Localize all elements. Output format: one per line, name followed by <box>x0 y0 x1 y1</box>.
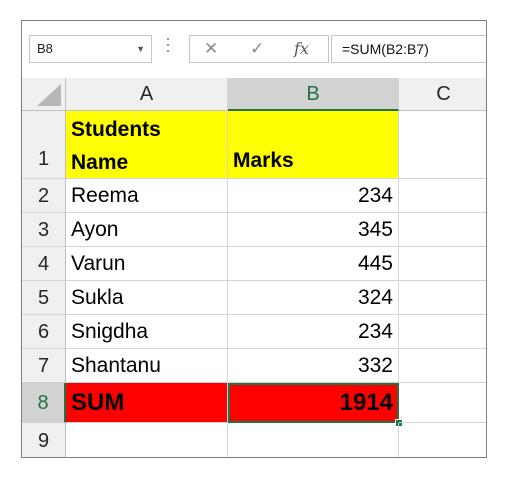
formula-bar: B8 ▼ ✕ ✓ fx =SUM(B2:B7) <box>22 21 486 78</box>
cell-c3[interactable] <box>399 213 486 247</box>
cell-b1[interactable]: Marks <box>228 111 399 179</box>
insert-function-icon[interactable]: fx <box>294 36 309 62</box>
cell-a8[interactable]: SUM <box>66 383 228 423</box>
cell-c1[interactable] <box>399 111 486 179</box>
row-header[interactable]: 1 <box>22 111 66 179</box>
row-header[interactable]: 6 <box>22 315 66 349</box>
column-header-b[interactable]: B <box>228 78 399 111</box>
cell-c6[interactable] <box>399 315 486 349</box>
cell-a2[interactable]: Reema <box>66 179 228 213</box>
cell-a1-line2: Name <box>71 151 129 174</box>
cell-a6[interactable]: Snigdha <box>66 315 228 349</box>
cell-a1-line1: Students <box>71 118 161 141</box>
cell-b3[interactable]: 345 <box>228 213 399 247</box>
enter-icon[interactable]: ✓ <box>250 36 264 62</box>
cell-b5[interactable]: 324 <box>228 281 399 315</box>
cell-c9[interactable] <box>399 423 486 457</box>
row-header[interactable]: 4 <box>22 247 66 281</box>
row-header[interactable]: 9 <box>22 423 66 457</box>
row-header[interactable]: 3 <box>22 213 66 247</box>
select-all-icon <box>37 84 61 106</box>
row-header[interactable]: 8 <box>22 383 66 423</box>
cell-c4[interactable] <box>399 247 486 281</box>
cell-a9[interactable] <box>66 423 228 457</box>
cell-a5[interactable]: Sukla <box>66 281 228 315</box>
column-header-c[interactable]: C <box>399 78 486 111</box>
cell-c7[interactable] <box>399 349 486 383</box>
cell-b2[interactable]: 234 <box>228 179 399 213</box>
cancel-icon[interactable]: ✕ <box>204 36 218 62</box>
name-box[interactable]: B8 ▼ <box>29 35 152 63</box>
cell-a4[interactable]: Varun <box>66 247 228 281</box>
cell-a3[interactable]: Ayon <box>66 213 228 247</box>
select-all-button[interactable] <box>22 78 66 111</box>
cell-a1[interactable]: Students Name <box>66 111 228 179</box>
cell-b9[interactable] <box>228 423 399 457</box>
row-header[interactable]: 5 <box>22 281 66 315</box>
cell-b6[interactable]: 234 <box>228 315 399 349</box>
name-box-value: B8 <box>37 41 53 56</box>
cell-b7[interactable]: 332 <box>228 349 399 383</box>
row-header[interactable]: 2 <box>22 179 66 213</box>
formula-buttons: ✕ ✓ fx <box>189 35 329 63</box>
cell-b8[interactable]: 1914 <box>228 383 399 423</box>
cell-c2[interactable] <box>399 179 486 213</box>
column-header-a[interactable]: A <box>66 78 228 111</box>
cell-c5[interactable] <box>399 281 486 315</box>
cell-c8[interactable] <box>399 383 486 423</box>
row-header[interactable]: 7 <box>22 349 66 383</box>
spreadsheet-window: B8 ▼ ✕ ✓ fx =SUM(B2:B7) A B C 1 Students… <box>21 20 487 458</box>
drag-handle-icon[interactable] <box>166 38 170 58</box>
cell-b4[interactable]: 445 <box>228 247 399 281</box>
cell-a7[interactable]: Shantanu <box>66 349 228 383</box>
chevron-down-icon[interactable]: ▼ <box>136 36 145 62</box>
formula-input[interactable]: =SUM(B2:B7) <box>331 35 486 63</box>
